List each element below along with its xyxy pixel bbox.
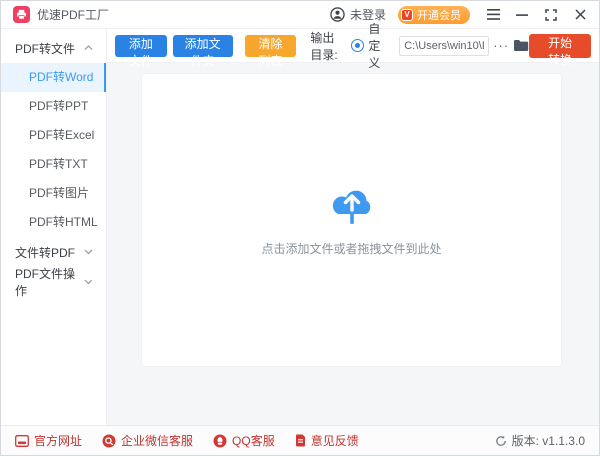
- vip-badge-icon: V: [401, 9, 413, 21]
- app-window: 优速PDF工厂 未登录 V 开通会员: [0, 0, 600, 456]
- custom-output-radio[interactable]: [351, 39, 364, 52]
- toolbar: 添加文件 添加文件夹 清除列表 输出目录: 自定义 ··· 开始转换: [107, 29, 599, 63]
- cloud-upload-icon: [327, 184, 377, 232]
- check-update-icon[interactable]: [495, 435, 507, 447]
- sidebar-group-file-to-pdf[interactable]: 文件转PDF: [1, 237, 106, 267]
- start-convert-button[interactable]: 开始转换: [529, 34, 591, 58]
- minimize-icon[interactable]: [515, 8, 529, 22]
- body-row: PDF转文件 PDF转Word PDF转PPT PDF转Excel PDF转TX…: [1, 29, 599, 425]
- main-area: 添加文件 添加文件夹 清除列表 输出目录: 自定义 ··· 开始转换: [107, 29, 599, 425]
- sidebar-item-pdf-to-txt[interactable]: PDF转TXT: [1, 150, 106, 179]
- sidebar-group-label: 文件转PDF: [15, 244, 75, 261]
- vip-button[interactable]: V 开通会员: [398, 6, 470, 24]
- drop-zone-hint: 点击添加文件或者拖拽文件到此处: [261, 240, 441, 257]
- qq-icon: [213, 434, 227, 448]
- footer: 官方网址 企业微信客服 QQ客服 意见反: [1, 425, 599, 455]
- sidebar-group-pdf-operations[interactable]: PDF文件操作: [1, 267, 106, 297]
- user-icon: [330, 7, 345, 22]
- sidebar-item-pdf-to-ppt[interactable]: PDF转PPT: [1, 92, 106, 121]
- feedback-icon: [295, 434, 306, 447]
- title-bar: 优速PDF工厂 未登录 V 开通会员: [1, 1, 599, 29]
- maximize-icon[interactable]: [544, 8, 558, 22]
- folder-icon: [513, 39, 529, 52]
- sidebar-group-label: PDF文件操作: [15, 265, 84, 299]
- wechat-work-icon: [102, 434, 116, 448]
- clear-list-button[interactable]: 清除列表: [245, 35, 297, 57]
- app-logo-icon: [13, 6, 30, 23]
- output-dir-label: 输出目录:: [310, 29, 344, 63]
- content-area: 点击添加文件或者拖拽文件到此处: [107, 63, 599, 425]
- sidebar-group-pdf-to-file[interactable]: PDF转文件: [1, 33, 106, 63]
- add-folder-button[interactable]: 添加文件夹: [173, 35, 233, 57]
- printer-icon: [16, 9, 27, 20]
- sidebar-item-pdf-to-image[interactable]: PDF转图片: [1, 179, 106, 208]
- footer-link-label: 企业微信客服: [121, 432, 193, 449]
- footer-link-label: 官方网址: [34, 432, 82, 449]
- sidebar: PDF转文件 PDF转Word PDF转PPT PDF转Excel PDF转TX…: [1, 29, 107, 425]
- app-title: 优速PDF工厂: [37, 6, 109, 23]
- chevron-down-icon: [84, 249, 93, 255]
- website-icon: [15, 435, 29, 447]
- browse-more-button[interactable]: ···: [493, 38, 509, 53]
- output-path-input[interactable]: [399, 36, 489, 56]
- sidebar-group-label: PDF转文件: [15, 40, 75, 57]
- wechat-service-link[interactable]: 企业微信客服: [102, 432, 193, 449]
- chevron-up-icon: [84, 45, 93, 51]
- sidebar-item-pdf-to-word[interactable]: PDF转Word: [1, 63, 106, 92]
- close-icon[interactable]: [573, 8, 587, 22]
- footer-link-label: QQ客服: [232, 432, 275, 449]
- add-file-button[interactable]: 添加文件: [115, 35, 167, 57]
- official-website-link[interactable]: 官方网址: [15, 432, 82, 449]
- file-drop-zone[interactable]: 点击添加文件或者拖拽文件到此处: [141, 73, 562, 367]
- vip-button-label: 开通会员: [417, 7, 461, 23]
- chevron-down-icon: [84, 279, 93, 285]
- version-label: 版本: v1.1.3.0: [512, 432, 585, 449]
- open-folder-button[interactable]: [513, 39, 529, 52]
- window-controls: [486, 8, 587, 22]
- feedback-link[interactable]: 意见反馈: [295, 432, 359, 449]
- sidebar-item-pdf-to-html[interactable]: PDF转HTML: [1, 208, 106, 237]
- sidebar-item-pdf-to-excel[interactable]: PDF转Excel: [1, 121, 106, 150]
- qq-service-link[interactable]: QQ客服: [213, 432, 275, 449]
- menu-icon[interactable]: [486, 8, 500, 22]
- footer-link-label: 意见反馈: [311, 432, 359, 449]
- version-area: 版本: v1.1.3.0: [495, 432, 585, 449]
